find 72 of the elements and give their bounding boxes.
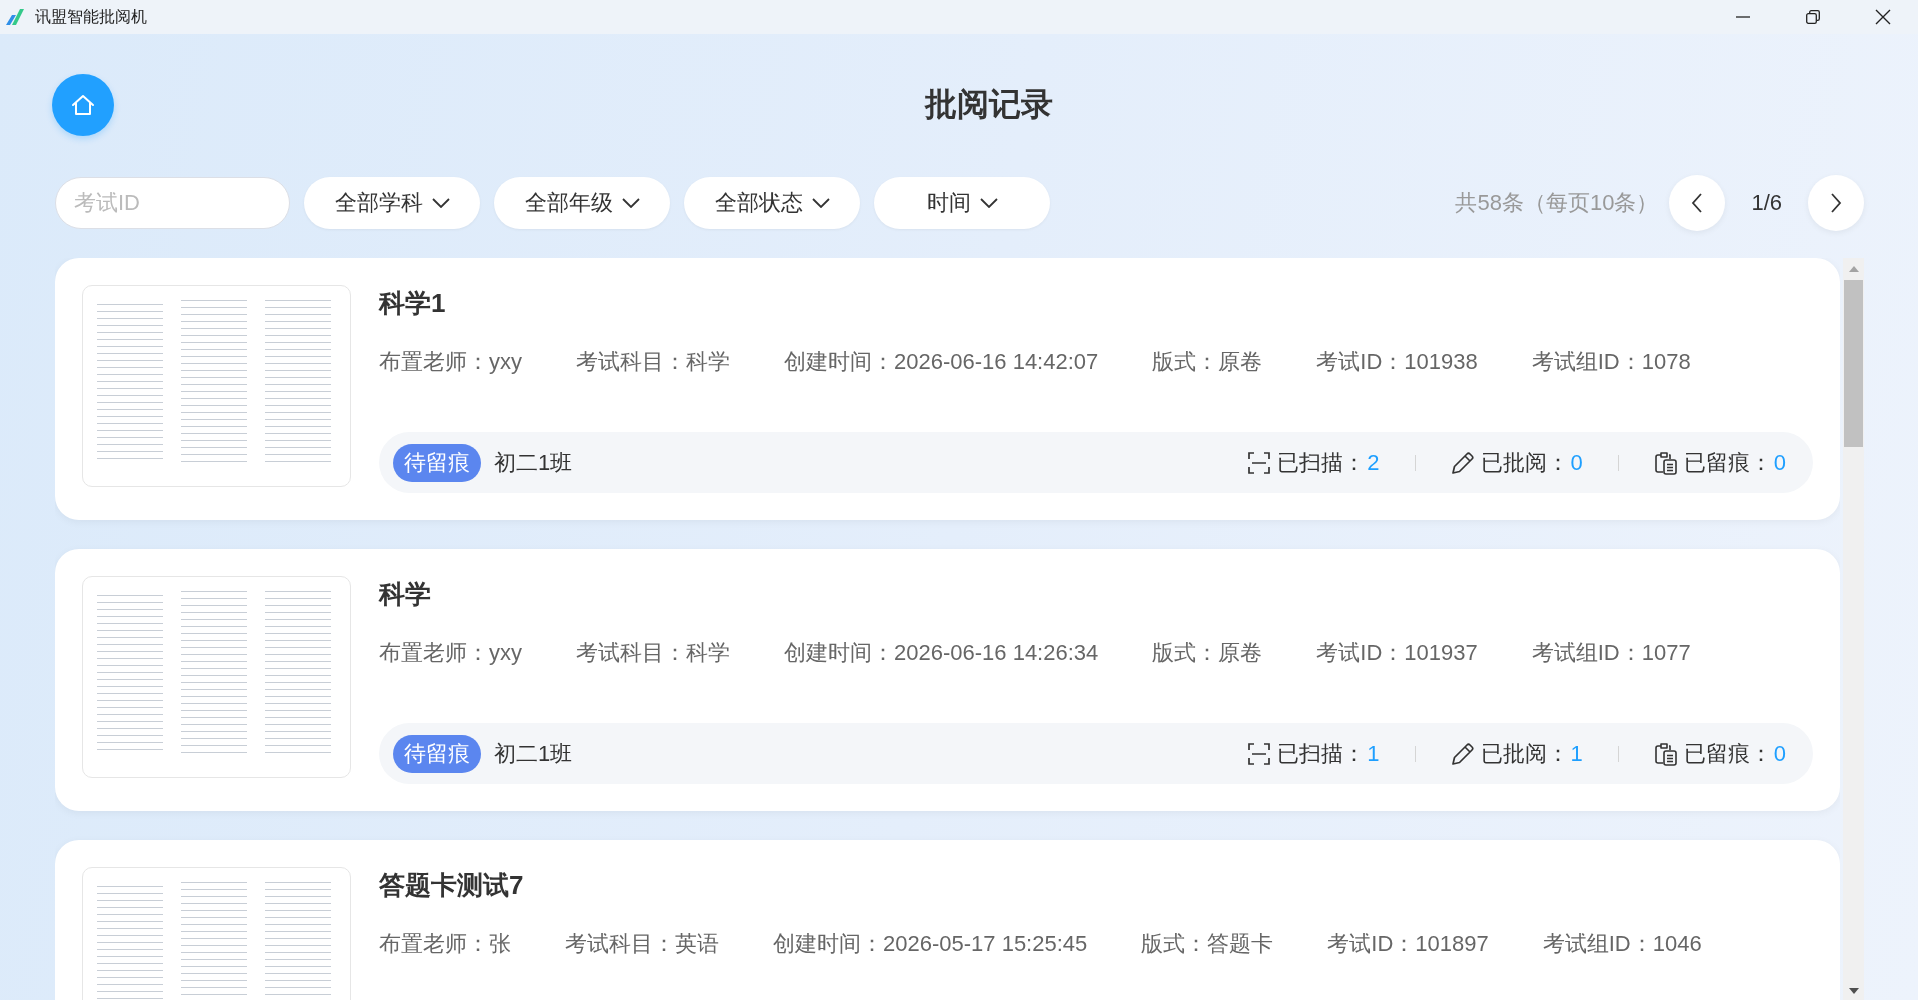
stat-value: 1 <box>1367 740 1380 767</box>
record-detail: 考试ID：101938 <box>1316 348 1478 376</box>
clipboard-icon <box>1653 741 1678 766</box>
record-detail: 考试组ID：1046 <box>1542 930 1702 958</box>
scroll-down-icon[interactable] <box>1848 988 1859 994</box>
record-detail: 版式：原卷 <box>1152 639 1263 667</box>
page-title: 批阅记录 <box>925 85 1053 124</box>
next-page-button[interactable] <box>1808 175 1864 231</box>
record-count-text: 共58条（每页10条） <box>1455 189 1659 217</box>
logo-icon <box>5 8 25 26</box>
scrollbar-thumb[interactable] <box>1844 280 1863 447</box>
stat-value: 1 <box>1570 740 1583 767</box>
close-icon <box>1875 9 1891 25</box>
stat-label: 已留痕： <box>1683 448 1772 477</box>
filter-dropdown[interactable]: 全部状态 <box>684 177 860 229</box>
class-name: 初二1班 <box>494 739 573 768</box>
stat-label: 已留痕： <box>1683 739 1772 768</box>
record-detail: 考试科目：科学 <box>576 348 730 376</box>
stat-label: 已扫描： <box>1277 448 1366 477</box>
class-name: 初二1班 <box>494 448 573 477</box>
restore-icon <box>1806 10 1820 24</box>
record-detail: 创建时间：2026-06-16 14:42:07 <box>784 348 1099 376</box>
record-detail: 考试组ID：1077 <box>1531 639 1691 667</box>
record-detail: 布置老师：yxy <box>379 639 522 667</box>
pencil-icon <box>1450 741 1475 766</box>
exam-id-search-field[interactable]: 考试ID <box>55 177 290 229</box>
record-card[interactable]: 科学 布置老师：yxy 考试科目：科学 创建时间：2026-06-16 14:26:34 版式：原卷 考试ID：101937 考试组ID：1077 待留痕 初二1班 已扫描：1 已批阅：1 已留痕：0 <box>55 549 1840 811</box>
stat-label: 已批阅： <box>1480 448 1569 477</box>
record-detail: 版式：原卷 <box>1152 348 1263 376</box>
stat-value: 0 <box>1570 449 1583 476</box>
stat-value: 0 <box>1773 449 1786 476</box>
record-card[interactable]: 答题卡测试7 布置老师：张 考试科目：英语 创建时间：2026-05-17 15:25:45 版式：答题卡 考试ID：101897 考试组ID：1046 <box>55 840 1840 1000</box>
window-title: 讯盟智能批阅机 <box>35 6 147 27</box>
record-title: 答题卡测试7 <box>379 869 524 902</box>
home-icon <box>71 94 95 116</box>
record-detail: 考试科目：英语 <box>565 930 719 958</box>
chevron-left-icon <box>1691 193 1704 213</box>
record-title: 科学1 <box>379 287 446 320</box>
chevron-down-icon <box>811 198 830 208</box>
record-detail: 考试组ID：1078 <box>1531 348 1691 376</box>
pencil-icon <box>1450 450 1475 475</box>
status-badge: 待留痕 <box>393 734 481 773</box>
record-card[interactable]: 科学1 布置老师：yxy 考试科目：科学 创建时间：2026-06-16 14:42:07 版式：原卷 考试ID：101938 考试组ID：1078 待留痕 初二1班 已扫描：2 已批阅：0 已留痕：0 <box>55 258 1840 520</box>
record-detail: 创建时间：2026-05-17 15:25:45 <box>773 930 1088 958</box>
record-detail: 考试ID：101897 <box>1327 930 1489 958</box>
scroll-up-icon[interactable] <box>1848 266 1859 272</box>
chevron-right-icon <box>1830 193 1842 213</box>
record-title: 科学 <box>379 578 431 611</box>
filter-dropdown[interactable]: 全部学科 <box>304 177 480 229</box>
chevron-down-icon <box>621 198 640 208</box>
record-detail: 布置老师：yxy <box>379 348 522 376</box>
status-badge: 待留痕 <box>393 443 481 482</box>
record-detail: 考试科目：科学 <box>576 639 730 667</box>
stat-value: 2 <box>1367 449 1380 476</box>
record-detail: 版式：答题卡 <box>1141 930 1274 958</box>
scan-frame-icon <box>1247 450 1272 475</box>
scrollbar-track[interactable] <box>1843 258 1864 1000</box>
stat-label: 已批阅： <box>1480 739 1569 768</box>
chevron-down-icon <box>431 198 450 208</box>
scan-frame-icon <box>1247 741 1272 766</box>
stat-value: 0 <box>1773 740 1786 767</box>
home-button[interactable] <box>52 74 114 136</box>
filter-dropdown[interactable]: 时间 <box>874 177 1050 229</box>
chevron-down-icon <box>979 198 998 208</box>
record-detail: 布置老师：张 <box>379 930 511 958</box>
page-indicator: 1/6 <box>1751 190 1782 216</box>
filter-dropdown[interactable]: 全部年级 <box>494 177 670 229</box>
record-detail: 创建时间：2026-06-16 14:26:34 <box>784 639 1099 667</box>
clipboard-icon <box>1653 450 1678 475</box>
minimize-icon <box>1736 16 1750 18</box>
record-detail: 考试ID：101937 <box>1316 639 1478 667</box>
stat-label: 已扫描： <box>1277 739 1366 768</box>
